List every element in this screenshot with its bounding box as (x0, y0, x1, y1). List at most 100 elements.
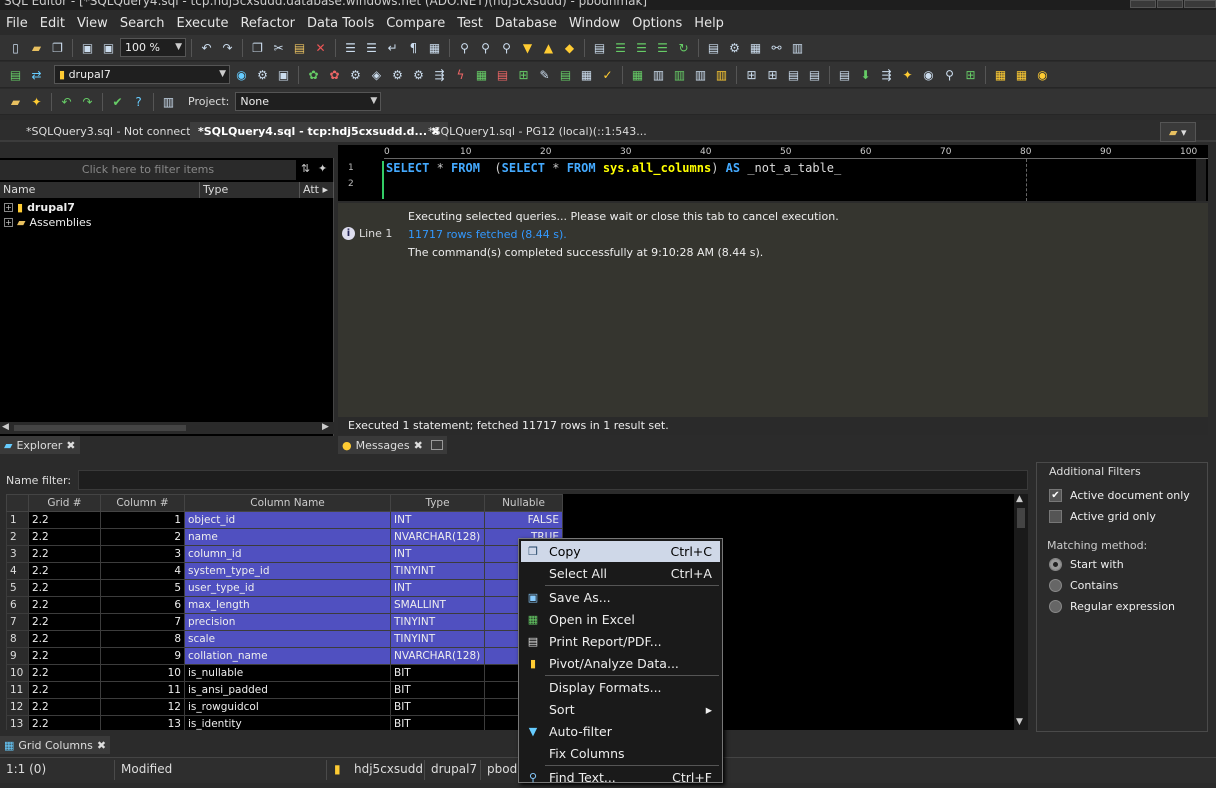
tab-explorer[interactable]: ▰ Explorer ✖ (0, 436, 80, 454)
camera-icon[interactable]: ◉ (919, 65, 938, 84)
code-line[interactable]: SELECT * FROM (SELECT * FROM sys.all_col… (386, 161, 841, 175)
cell-rn[interactable]: 11 (6, 681, 29, 699)
menu-item-display-formats[interactable]: Display Formats... (521, 677, 720, 698)
search-db-icon[interactable]: ⚲ (940, 65, 959, 84)
column-header-att[interactable]: Att ▸ (300, 182, 334, 198)
download-icon[interactable]: ⬇ (856, 65, 875, 84)
list-3-icon[interactable]: ☰ (653, 38, 672, 57)
stop-icon[interactable]: ✿ (325, 65, 344, 84)
close-icon[interactable]: ✖ (66, 439, 75, 452)
header-column-name[interactable]: Column Name (184, 494, 391, 512)
cell-colnum[interactable]: 6 (100, 596, 185, 614)
cell-type[interactable]: NVARCHAR(128) (390, 528, 485, 546)
menu-options[interactable]: Options (626, 16, 688, 31)
start-with-radio[interactable]: Start with (1049, 558, 1124, 571)
cell-colnum[interactable]: 1 (100, 511, 185, 529)
cell-grid[interactable]: 2.2 (28, 681, 101, 699)
cell-colnum[interactable]: 7 (100, 613, 185, 631)
cell-name[interactable]: is_nullable (184, 664, 391, 682)
export-4-icon[interactable]: ▥ (712, 65, 731, 84)
layout-icon[interactable]: ▦ (991, 65, 1010, 84)
menu-item-save-as[interactable]: ▣ Save As... (521, 587, 720, 608)
contains-radio[interactable]: Contains (1049, 579, 1118, 592)
menu-test[interactable]: Test (451, 16, 489, 31)
cell-type[interactable]: NVARCHAR(128) (390, 647, 485, 665)
cell-type[interactable]: SMALLINT (390, 596, 485, 614)
cell-grid[interactable]: 2.2 (28, 664, 101, 682)
spellcheck-icon[interactable]: ✓ (598, 65, 617, 84)
project-settings-icon[interactable]: ▥ (159, 92, 178, 111)
regex-radio[interactable]: Regular expression (1049, 600, 1175, 613)
cell-name[interactable]: object_id (184, 511, 391, 529)
layout-2-icon[interactable]: ▦ (1012, 65, 1031, 84)
forward-icon[interactable]: ↷ (78, 92, 97, 111)
cell-name[interactable]: scale (184, 630, 391, 648)
menu-compare[interactable]: Compare (380, 16, 451, 31)
cell-grid[interactable]: 2.2 (28, 511, 101, 529)
db-tool-3-icon[interactable]: ▣ (274, 65, 293, 84)
profile-icon[interactable]: ⚙ (388, 65, 407, 84)
cell-grid[interactable]: 2.2 (28, 596, 101, 614)
list-2-icon[interactable]: ☰ (632, 38, 651, 57)
menu-help[interactable]: Help (688, 16, 730, 31)
table-row[interactable]: 11 2.2 11 is_ansi_padded BIT (6, 681, 563, 699)
explain-icon[interactable]: ◈ (367, 65, 386, 84)
cell-type[interactable]: TINYINT (390, 562, 485, 580)
tree-item-drupal7[interactable]: + ▮ drupal7 (4, 201, 75, 214)
cell-type[interactable]: TINYINT (390, 613, 485, 631)
menu-data-tools[interactable]: Data Tools (301, 16, 380, 31)
new-file-icon[interactable]: ▯ (6, 38, 25, 57)
grid-vertical-scrollbar[interactable]: ▲ ▼ (1014, 494, 1028, 730)
undo-icon[interactable]: ↶ (197, 38, 216, 57)
help-icon[interactable]: ? (129, 92, 148, 111)
tool-icon[interactable]: ▥ (788, 38, 807, 57)
menu-item-open-in-excel[interactable]: ▦ Open in Excel (521, 609, 720, 630)
replace-icon[interactable]: ⚲ (476, 38, 495, 57)
cell-grid[interactable]: 2.2 (28, 647, 101, 665)
table-row[interactable]: 13 2.2 13 is_identity BIT (6, 715, 563, 730)
project-tool-icon[interactable]: ✦ (27, 92, 46, 111)
cell-name[interactable]: is_identity (184, 715, 391, 730)
cell-colnum[interactable]: 3 (100, 545, 185, 563)
export-icon[interactable]: ▥ (649, 65, 668, 84)
filter-icon[interactable]: ▼ (518, 38, 537, 57)
cell-type[interactable]: BIT (390, 698, 485, 716)
header-column-number[interactable]: Column # (100, 494, 185, 512)
run-icon[interactable]: ✿ (304, 65, 323, 84)
name-filter-input[interactable] (78, 470, 1028, 490)
sql-editor[interactable]: 0 10 20 30 40 50 60 70 80 90 100 1 2 SEL… (338, 145, 1208, 201)
project-combo[interactable]: None ▼ (235, 92, 382, 111)
zoom-combo[interactable]: 100 % ▼ (120, 38, 186, 57)
cell-colnum[interactable]: 11 (100, 681, 185, 699)
cell-rn[interactable]: 6 (6, 596, 29, 614)
menu-edit[interactable]: Edit (34, 16, 71, 31)
analyze-icon[interactable]: ϟ (451, 65, 470, 84)
cell-grid[interactable]: 2.2 (28, 630, 101, 648)
tree-item-assemblies[interactable]: + ▰ Assemblies (4, 216, 92, 229)
table-row[interactable]: 6 2.2 6 max_length SMALLINT (6, 596, 563, 614)
editor-vertical-scrollbar[interactable] (1196, 159, 1206, 201)
compare-icon[interactable]: ⊞ (742, 65, 761, 84)
cell-rn[interactable]: 2 (6, 528, 29, 546)
cell-name[interactable]: user_type_id (184, 579, 391, 597)
tool-wrench-icon[interactable]: ✎ (535, 65, 554, 84)
cell-colnum[interactable]: 8 (100, 630, 185, 648)
table-row[interactable]: 3 2.2 3 column_id INT (6, 545, 563, 563)
cell-grid[interactable]: 2.2 (28, 528, 101, 546)
explorer-filter-input[interactable]: Click here to filter items (0, 160, 296, 180)
cell-name[interactable]: system_type_id (184, 562, 391, 580)
copy-files-icon[interactable]: ❐ (48, 38, 67, 57)
header-nullable[interactable]: Nullable (484, 494, 563, 512)
cell-name[interactable]: max_length (184, 596, 391, 614)
cell-colnum[interactable]: 2 (100, 528, 185, 546)
cell-name[interactable]: name (184, 528, 391, 546)
open-folder-icon[interactable]: ▰ (27, 38, 46, 57)
cut-icon[interactable]: ✂ (269, 38, 288, 57)
cell-type[interactable]: INT (390, 511, 485, 529)
table-row[interactable]: 9 2.2 9 collation_name NVARCHAR(128) (6, 647, 563, 665)
tab-grid-columns[interactable]: ▦ Grid Columns ✖ (0, 736, 111, 754)
cell-rn[interactable]: 5 (6, 579, 29, 597)
close-icon[interactable]: ✖ (97, 739, 106, 752)
format-icon[interactable]: ⇶ (430, 65, 449, 84)
network-tree-icon[interactable]: ⊞ (961, 65, 980, 84)
